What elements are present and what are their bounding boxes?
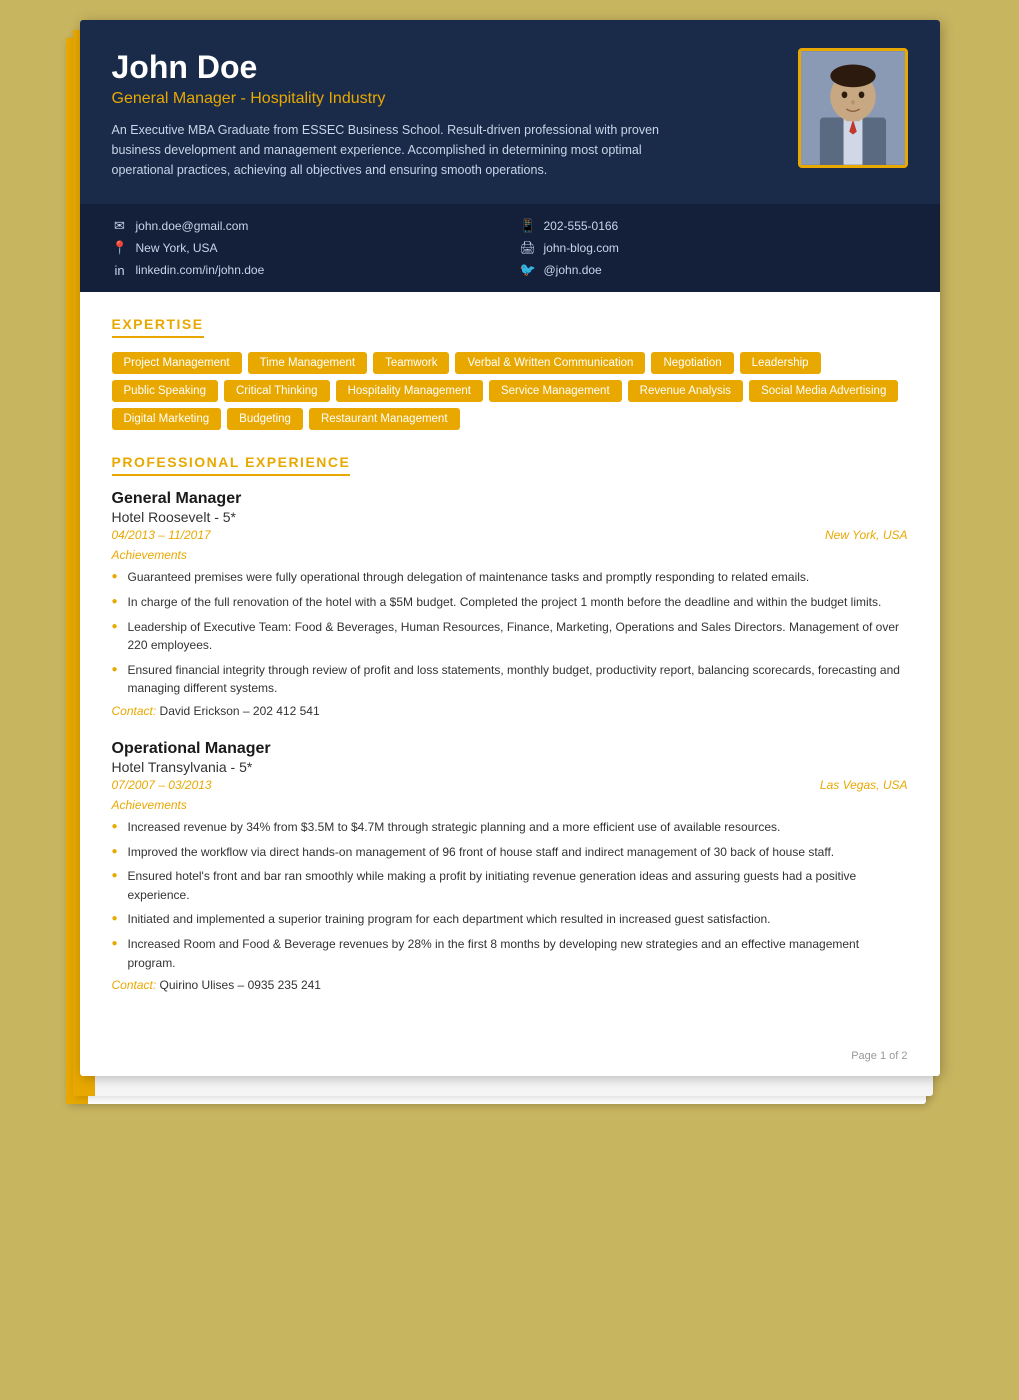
exp-title: General Manager xyxy=(112,490,908,508)
resume-stack: John Doe General Manager - Hospitality I… xyxy=(80,20,940,1108)
resume-page: John Doe General Manager - Hospitality I… xyxy=(80,20,940,1076)
expertise-section: EXPERTISE Project Management Time Managem… xyxy=(112,316,908,430)
achievement-item: Leadership of Executive Team: Food & Bev… xyxy=(112,618,908,655)
website-icon: 🖨 xyxy=(520,240,536,256)
page-number: Page 1 of 2 xyxy=(80,1040,940,1076)
exp-dates: 04/2013 – 11/2017 xyxy=(112,528,211,542)
expertise-tag: Teamwork xyxy=(373,352,449,374)
expertise-tag: Revenue Analysis xyxy=(628,380,743,402)
achievement-item: Guaranteed premises were fully operation… xyxy=(112,568,908,587)
expertise-tag: Service Management xyxy=(489,380,622,402)
email-icon: ✉ xyxy=(112,218,128,234)
expertise-tag: Restaurant Management xyxy=(309,408,460,430)
contact-linkedin: in linkedin.com/in/john.doe xyxy=(112,262,500,278)
achievements-list: Increased revenue by 34% from $3.5M to $… xyxy=(112,818,908,972)
achievement-item: Increased revenue by 34% from $3.5M to $… xyxy=(112,818,908,837)
achievement-item: In charge of the full renovation of the … xyxy=(112,593,908,612)
expertise-tag: Leadership xyxy=(740,352,821,374)
candidate-name: John Doe xyxy=(112,48,778,86)
expertise-tag: Verbal & Written Communication xyxy=(455,352,645,374)
contact-email: ✉ john.doe@gmail.com xyxy=(112,218,500,234)
exp-contact-value: Quirino Ulises – 0935 235 241 xyxy=(160,978,321,992)
exp-contact: Contact: David Erickson – 202 412 541 xyxy=(112,704,908,718)
exp-contact-value: David Erickson – 202 412 541 xyxy=(160,704,320,718)
expertise-tags: Project Management Time Management Teamwor… xyxy=(112,352,908,430)
candidate-title: General Manager - Hospitality Industry xyxy=(112,90,778,108)
expertise-title: EXPERTISE xyxy=(112,316,204,338)
exp-location: New York, USA xyxy=(825,528,907,542)
location-icon: 📍 xyxy=(112,240,128,256)
achievements-label: Achievements xyxy=(112,548,908,562)
expertise-tag: Project Management xyxy=(112,352,242,374)
achievement-item: Increased Room and Food & Beverage reven… xyxy=(112,935,908,972)
exp-title: Operational Manager xyxy=(112,740,908,758)
experience-item: General Manager Hotel Roosevelt - 5* 04/… xyxy=(112,490,908,718)
twitter-icon: 🐦 xyxy=(520,262,536,278)
exp-company: Hotel Transylvania - 5* xyxy=(112,759,908,775)
resume-body: EXPERTISE Project Management Time Managem… xyxy=(80,292,940,1040)
exp-meta: 04/2013 – 11/2017 New York, USA xyxy=(112,528,908,542)
linkedin-icon: in xyxy=(112,263,128,278)
achievement-item: Initiated and implemented a superior tra… xyxy=(112,910,908,929)
contact-bar: ✉ john.doe@gmail.com 📱 202-555-0166 📍 Ne… xyxy=(80,204,940,292)
exp-dates: 07/2007 – 03/2013 xyxy=(112,778,212,792)
expertise-tag: Social Media Advertising xyxy=(749,380,898,402)
contact-website: 🖨 john-blog.com xyxy=(520,240,908,256)
header-content: John Doe General Manager - Hospitality I… xyxy=(112,48,908,180)
achievement-item: Ensured financial integrity through revi… xyxy=(112,661,908,698)
achievements-label: Achievements xyxy=(112,798,908,812)
experience-title: PROFESSIONAL EXPERIENCE xyxy=(112,454,351,476)
phone-icon: 📱 xyxy=(520,218,536,234)
exp-meta: 07/2007 – 03/2013 Las Vegas, USA xyxy=(112,778,908,792)
expertise-tag: Hospitality Management xyxy=(336,380,483,402)
candidate-photo xyxy=(798,48,908,168)
experience-section: PROFESSIONAL EXPERIENCE General Manager … xyxy=(112,454,908,992)
contact-twitter: 🐦 @john.doe xyxy=(520,262,908,278)
expertise-tag: Negotiation xyxy=(651,352,733,374)
expertise-tag: Critical Thinking xyxy=(224,380,330,402)
header-text: John Doe General Manager - Hospitality I… xyxy=(112,48,778,180)
contact-location: 📍 New York, USA xyxy=(112,240,500,256)
exp-location: Las Vegas, USA xyxy=(820,778,908,792)
expertise-tag: Time Management xyxy=(248,352,367,374)
achievements-list: Guaranteed premises were fully operation… xyxy=(112,568,908,698)
contact-phone: 📱 202-555-0166 xyxy=(520,218,908,234)
resume-header: John Doe General Manager - Hospitality I… xyxy=(80,20,940,204)
achievement-item: Improved the workflow via direct hands-o… xyxy=(112,843,908,862)
experience-item: Operational Manager Hotel Transylvania -… xyxy=(112,740,908,992)
expertise-tag: Digital Marketing xyxy=(112,408,222,430)
exp-contact: Contact: Quirino Ulises – 0935 235 241 xyxy=(112,978,908,992)
expertise-tag: Public Speaking xyxy=(112,380,218,402)
candidate-summary: An Executive MBA Graduate from ESSEC Bus… xyxy=(112,120,692,180)
expertise-tag: Budgeting xyxy=(227,408,303,430)
exp-company: Hotel Roosevelt - 5* xyxy=(112,509,908,525)
experience-list: General Manager Hotel Roosevelt - 5* 04/… xyxy=(112,490,908,992)
achievement-item: Ensured hotel's front and bar ran smooth… xyxy=(112,867,908,904)
